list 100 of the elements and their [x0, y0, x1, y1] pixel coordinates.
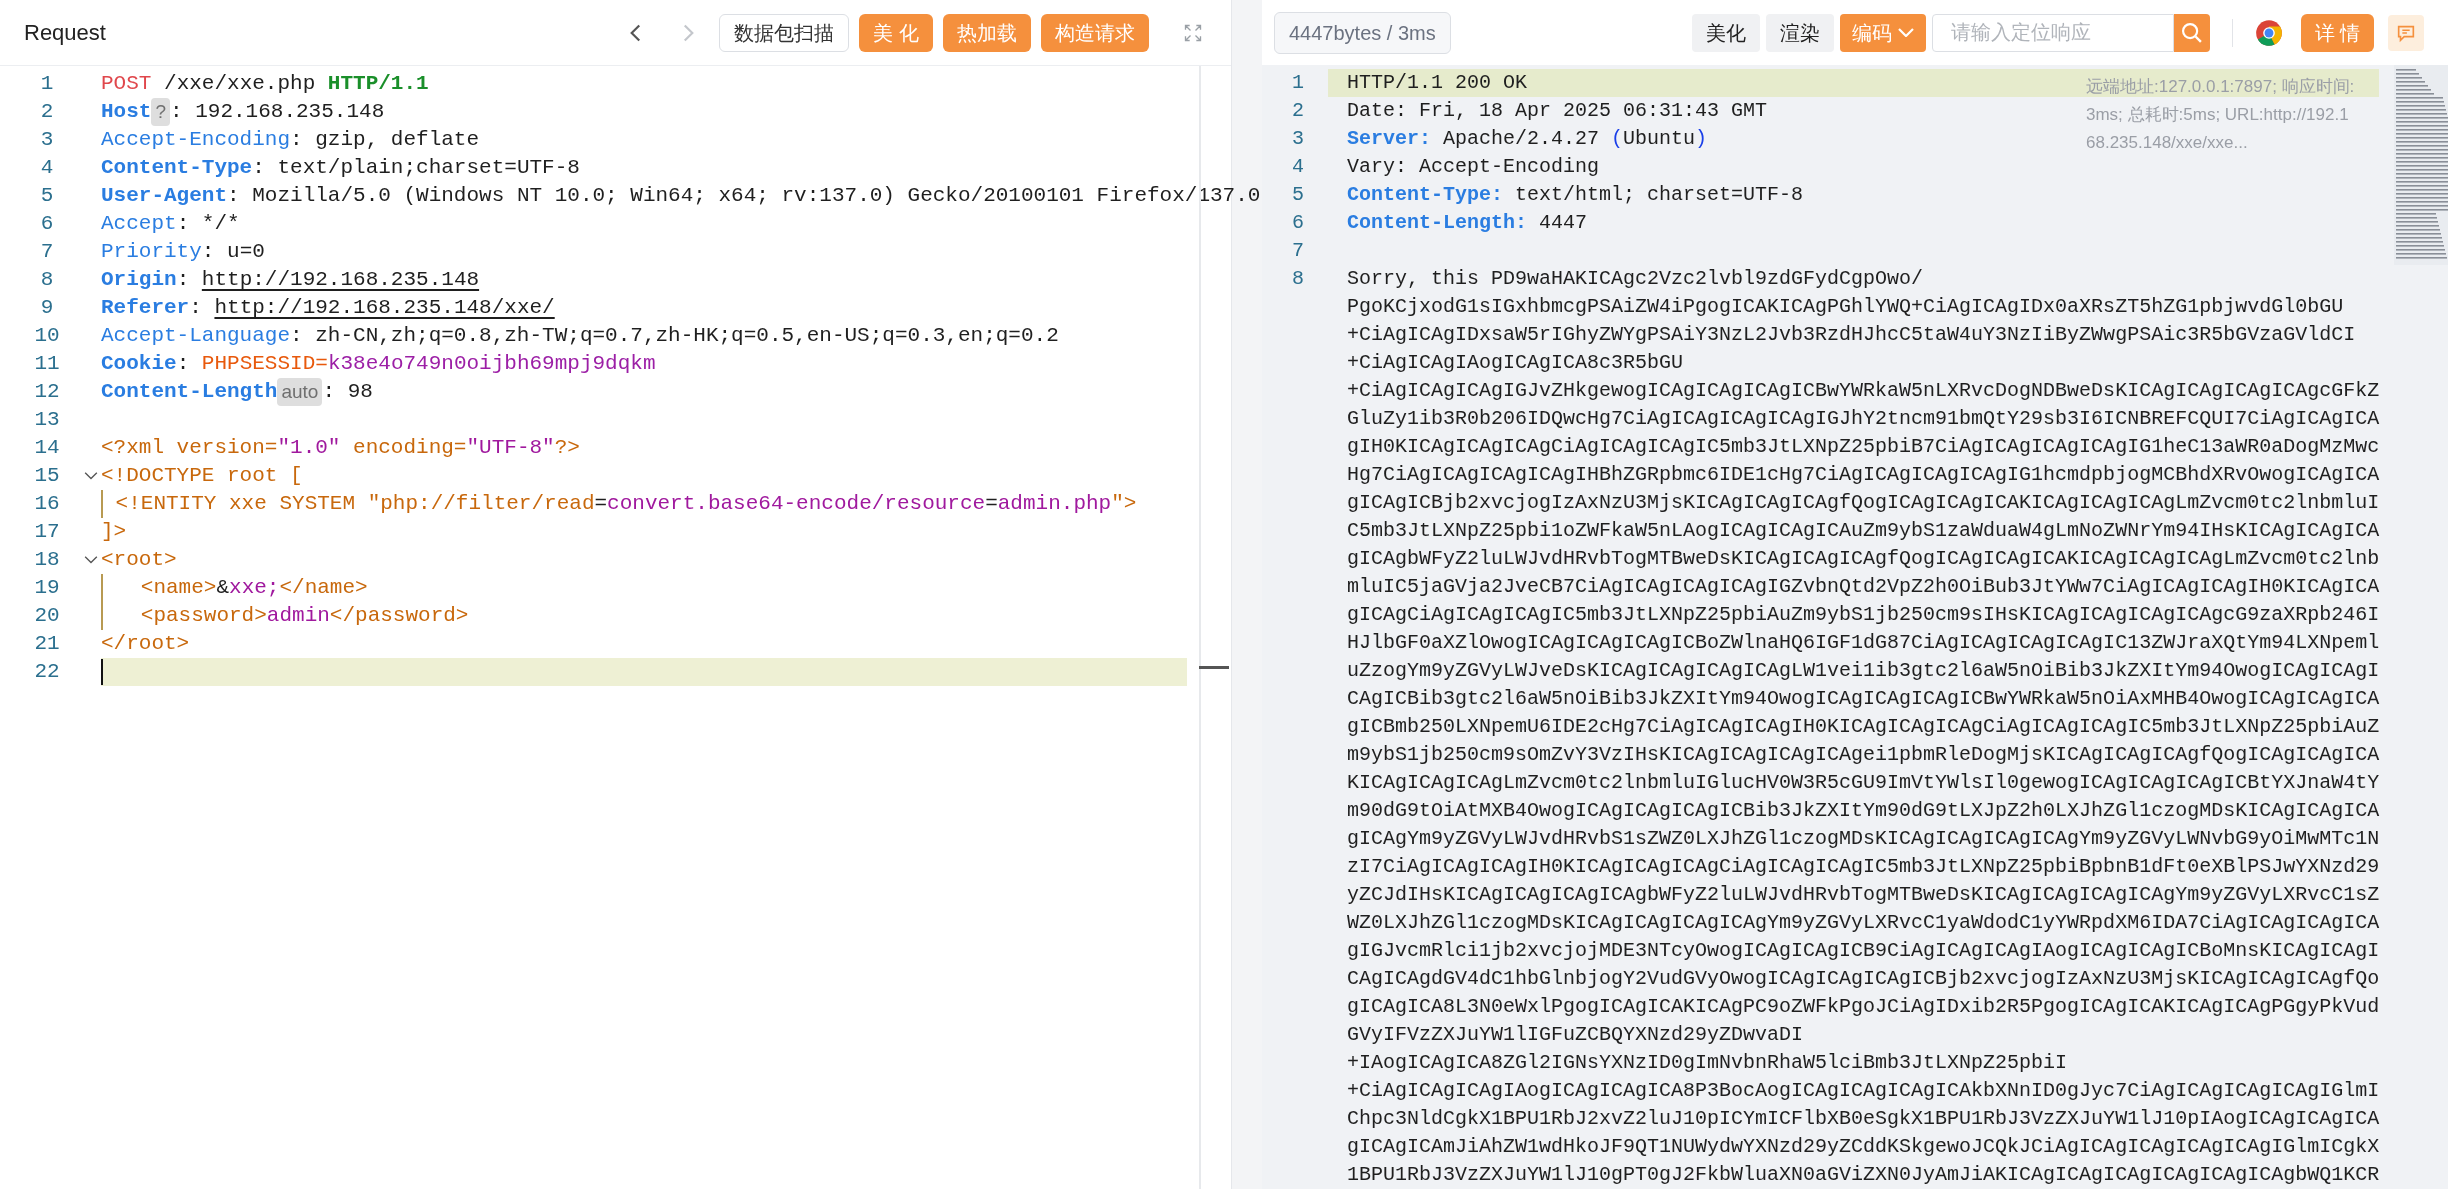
code-text: yZCJdIHsKICAgICAgICAgICAgbWFyZ2luLWJvdHRvbTogMTBweDsKICAgICAgICAgICAgYm9yZGVyLXRvcC1sZ [1347, 882, 2380, 908]
browser-icon[interactable] [2254, 18, 2283, 47]
line-number: 4 [1291, 154, 1305, 180]
code-text: +CiAgICAgIAogICAgICA8c3R5bGU [1347, 350, 1685, 376]
search-button[interactable] [2173, 13, 2210, 52]
line-number: 10 [33, 323, 61, 350]
code-text: Apache/2.4.27 [1442, 126, 1601, 152]
code-text: : 192.168.235.148 [170, 99, 385, 126]
code-text: Chpc3NldCgkX1BPU1RbJ2xvZ2luJ10pICYmICFlbXB0eSgkX1BPU1RbJ3VzZXJuYW1lJ10pIAogICAgICAgICA [1347, 1106, 2380, 1132]
code-text: gIGJvcmRlci1jb2xvcjojMDE3NTcyOwogICAgICAgICB9CiAgICAgICAgIAogICAgICAgICBoMnsKICAgICAgI [1347, 938, 2380, 964]
xml-value: "UTF-8" [466, 435, 555, 462]
line-number: 11 [33, 351, 61, 378]
line-number: 17 [33, 519, 61, 546]
line-number: 12 [33, 379, 61, 406]
code-text: : 98 [322, 379, 373, 406]
expand-icon[interactable] [1183, 22, 1203, 43]
stats-badge: 4447bytes / 3ms [1274, 11, 1451, 54]
line-number: 6 [39, 211, 55, 238]
code-text: GVyIFVzZXJuYW1lIGFuZCBQYXNzd29yZDwvaDI [1347, 1022, 1805, 1048]
header-name: Content-Type: [1347, 182, 1504, 208]
code-text: Sorry, this PD9waHAKICAgc2Vzc2lvbl9zdGFydCgpOwo/ [1347, 266, 1924, 292]
code-text: zI7CiAgICAgICAgIH0KICAgICAgICAgCiAgICAgICAgIC5mb3JtLXNpZ25pbiBpbnB1dFt0eXBlPSJwYXNzd29 [1347, 854, 2380, 880]
header-name: Referer [101, 295, 190, 322]
search-icon [2181, 22, 2202, 43]
xml-tag: "> [1111, 488, 1137, 520]
code-text: +CiAgICAgICAgIAogICAgICAgICA8P3BocAogICAgICAgICAgICAkbXNnID0gJyc7CiAgICAgICAgICAgIGlmI [1347, 1078, 2380, 1104]
line-number: 2 [39, 99, 55, 126]
header-name: Content-Type [101, 155, 253, 182]
header-name: Accept-Language [101, 323, 291, 350]
line-number: 3 [1291, 126, 1305, 152]
code-text: : zh-CN,zh;q=0.8,zh-TW;q=0.7,zh-HK;q=0.5,en-US;q=0.3,en;q=0.2 [290, 323, 1059, 350]
code-text: m9ybS1jb250cm9sOmZvY3VzIHsKICAgICAgICAgICAgei1pbmRleDogMjsKICAgICAgICAgfQogICAgICAgICA [1347, 742, 2380, 768]
code-text: text/html; charset=UTF-8 [1514, 182, 1804, 208]
code-text: ) [1695, 126, 1708, 152]
line-number: 15 [33, 463, 61, 490]
code-text: 4447 [1538, 210, 1588, 236]
code-text: : Mozilla/5.0 (Windows NT 10.0; Win64; x64; rv:137.0) Gecko/20100101 Firefox/137.0 [227, 183, 1261, 210]
code-text: : [189, 295, 203, 322]
search-field[interactable]: 请输入定位响应 [1931, 13, 2174, 52]
comment-button[interactable] [2388, 14, 2425, 51]
http-version: HTTP/1.1 [327, 71, 429, 98]
code-text: +CiAgICAgIDxsaW5rIGhyZWYgPSAiY3NzL2Jvb3RzdHJhcC5taW4uY3NzIiByZWwgPSAic3R5bGVzaGVldCI [1347, 322, 2357, 348]
panel-title: Request [24, 19, 106, 47]
line-number: 9 [39, 295, 55, 322]
code-text: : */* [176, 211, 240, 238]
line-number: 16 [33, 491, 61, 518]
hint-badge: ? [151, 97, 170, 127]
header-name: User-Agent [101, 183, 228, 210]
code-text: : u=0 [201, 239, 265, 266]
code-text: gICAgICBjb2xvcjogIzAxNzU3MjsKICAgICAgICAgfQogICAgICAgICAKICAgICAgICAgLmZvcm0tc2lnbmluI [1347, 490, 2380, 516]
code-text: gIH0KICAgICAgICAgCiAgICAgICAgIC5mb3JtLXNpZ25pbiB7CiAgICAgICAgICAgIG1heC13aWR0aDogMzMwc [1347, 434, 2380, 460]
xml-value: "1.0" [277, 435, 341, 462]
code-text: 1BPU1RbJ3VzZXJuYW1lJ10gPT0gJ2FkbWluaXN0aGViZXN0JyAmJiAKICAgICAgICAgICAgICAgICAgbWQ1KCR [1347, 1162, 2380, 1188]
toolbar-button[interactable]: 数据包扫描 [719, 13, 850, 52]
code-text: gICBmb250LXNpemU6IDE2cHg7CiAgICAgICAgIH0KICAgICAgICAgCiAgICAgICAgIC5mb3JtLXNpZ25pbiAuZ [1347, 714, 2380, 740]
toolbar-button[interactable]: 渲染 [1765, 13, 1834, 52]
line-number: 8 [39, 267, 55, 294]
xml-value: admin.php [997, 491, 1112, 518]
line-number: 19 [33, 575, 61, 602]
code-text: WZ0LXJhZGl1czogMDsKICAgICAgICAgICAgYm9yZGVyLXRvcC1yaWdodC1yYWRpdXM6IDA7CiAgICAgICAgICA [1347, 910, 2380, 936]
line-number: 20 [33, 603, 61, 630]
code-text: Date: Fri, 18 Apr 2025 06:31:43 GMT [1347, 98, 1768, 124]
cookie-value: k38e4o749n0oijbh69mpj9dqkm [327, 351, 656, 378]
cookie-name: PHPSESSID= [201, 351, 328, 378]
line-number: 1 [39, 71, 55, 98]
header-name: Accept-Encoding [101, 127, 291, 154]
code-text: HJlbGF0aXZlOwogICAgICAgICAgICBoZWlnaHQ6IGF1dG87CiAgICAgICAgICAgIC13ZWJraXQtYm94LXNpeml [1347, 630, 2380, 656]
code-text: = [985, 491, 998, 518]
code-text: gICAgbWFyZ2luLWJvdHRvbTogMTBweDsKICAgICAgICAgfQogICAgICAgICAKICAgICAgICAgLmZvcm0tc2lnb [1347, 546, 2380, 572]
line-number: 8 [1291, 266, 1305, 292]
code-text: : text/plain;charset=UTF-8 [252, 155, 580, 182]
line-number: 3 [39, 127, 55, 154]
header-name: Server: [1347, 126, 1431, 152]
line-number: 4 [39, 155, 55, 182]
code-text: gICAgICAmJiAhZW1wdHkoJF9QT1NUWydwYXNzd29yZCddKSkgewoJCQkJCiAgICAgICAgICAgICAgIGlmICgkX [1347, 1134, 2380, 1160]
code-text: = [594, 491, 608, 518]
header-name: Priority [101, 239, 202, 266]
header-name: Origin [101, 267, 177, 294]
response-info-text: 远端地址:127.0.0.1:7897; 响应时间:3ms; 总耗时:5ms; URL:http://192.168.235.148/xxe/xxe... [2086, 76, 2356, 154]
chevron-down-icon [1897, 28, 1914, 37]
header-name: Accept [101, 211, 177, 238]
line-number: 1 [1291, 70, 1305, 96]
header-name: Host [101, 99, 152, 126]
line-number: 21 [33, 631, 61, 658]
header-name: Content-Length: [1347, 210, 1528, 236]
line-number: 22 [33, 659, 61, 686]
code-text: Ubuntu [1623, 126, 1696, 152]
hint-badge: auto [277, 377, 323, 407]
code-text: PgoKCjxodG1sIGxhbmcgPSAiZW4iPgogICAKICAgPGhlYWQ+CiAgICAgIDx0aXRsZT5hZG1pbjwvdGl0bGU [1347, 294, 2345, 320]
code-text: CAgICAgdGV4dC1hbGlnbjogY2VudGVyOwogICAgICAgICAgICBjb2xvcjogIzAxNzU3MjsKICAgICAgICAgfQo [1347, 966, 2380, 992]
code-text: ( [1611, 126, 1624, 152]
xml-tag: encoding= [340, 432, 467, 464]
toolbar-button[interactable]: 美化 [1691, 13, 1760, 52]
code-text: uZzogYm9yZGVyLWJveDsKICAgICAgICAgICAgLW1vei1ib3gtc2l6aW5nOiBib3JkZXItYm94OwogICAgICAgI [1347, 658, 2380, 684]
xml-tag: ?> [554, 432, 580, 464]
line-number: 5 [1291, 182, 1305, 208]
text-cursor [101, 659, 103, 685]
code-text: m90dG9tOiAtMXB4OwogICAgICAgICAgICBib3JkZXItYm90dG9tLXJpZ2h0LXJhZGl1czogMDsKICAgICAgICA [1347, 798, 2380, 824]
code-text: C5mb3JtLXNpZ25pbi1oZWFkaW5nLAogICAgICAgICAuZm9ybS1zaWduaW4gLmNoZWNrYm94IHsKICAgICAgICA [1347, 518, 2380, 544]
line-number: 7 [39, 239, 55, 266]
